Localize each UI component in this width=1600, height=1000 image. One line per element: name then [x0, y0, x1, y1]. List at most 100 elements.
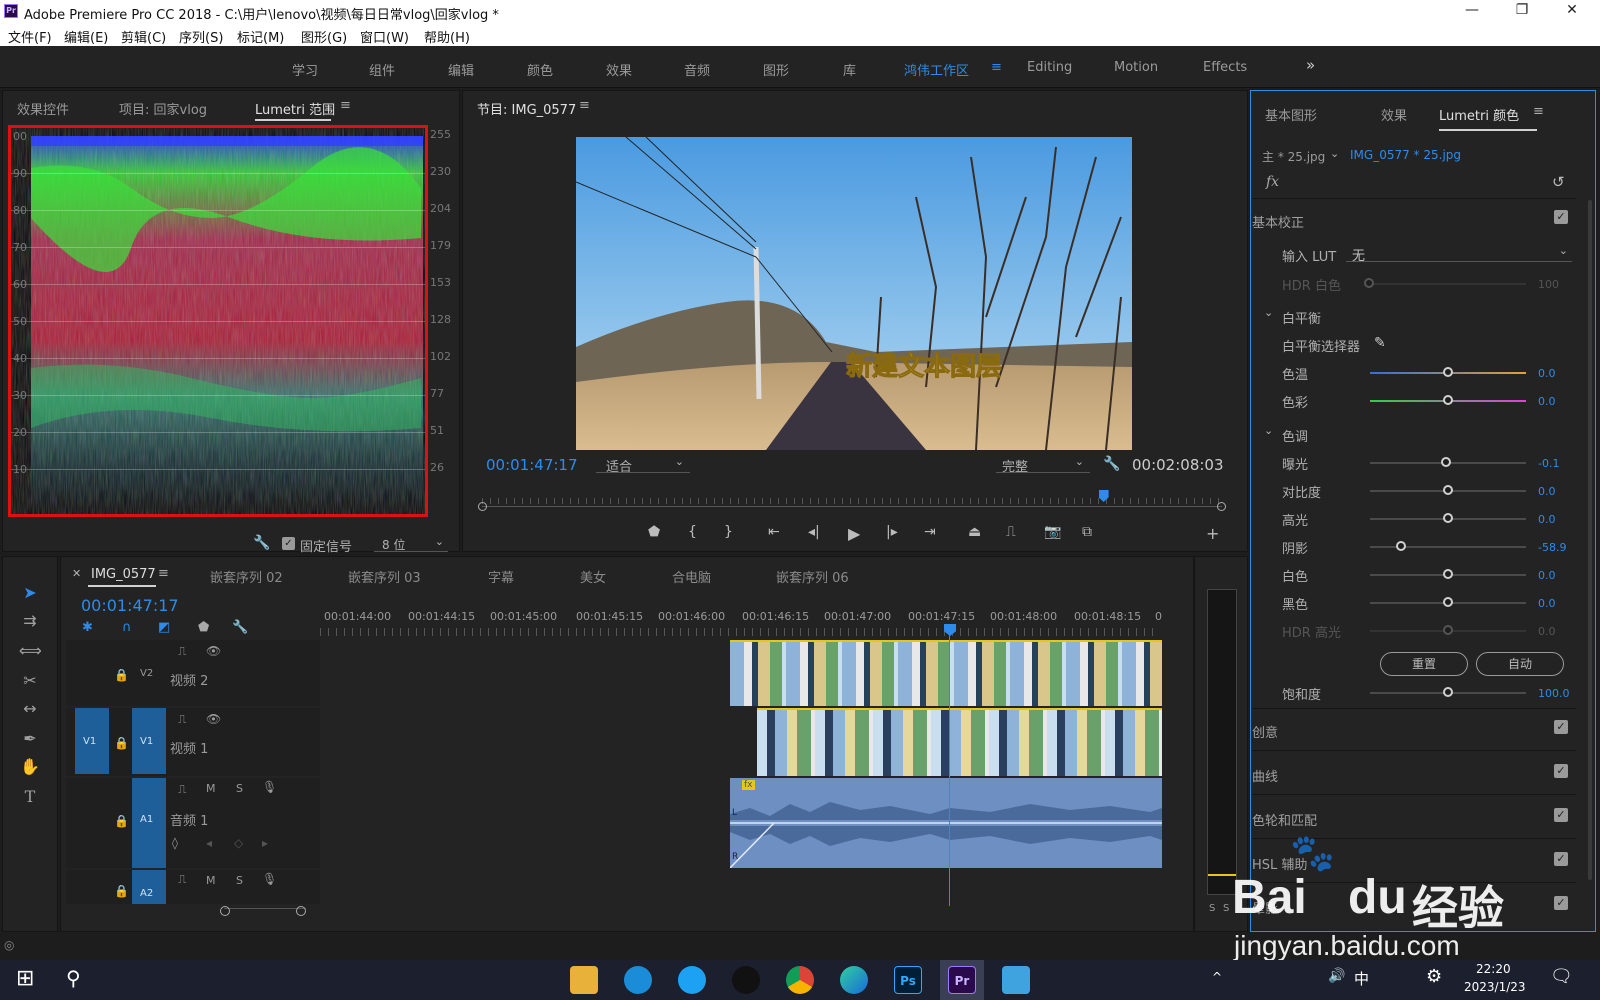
browser-q-icon[interactable] [624, 966, 652, 994]
eyedropper-icon[interactable]: ✎ [1374, 335, 1386, 351]
workspace-learn[interactable]: 学习 [292, 60, 318, 79]
solo-button[interactable]: S [236, 874, 243, 887]
edge-icon[interactable] [840, 966, 868, 994]
premiere-icon[interactable]: Pr [948, 966, 976, 994]
mute-button[interactable]: M [206, 874, 216, 887]
notification-icon[interactable]: 🗨 [1550, 966, 1573, 987]
chevron-down-icon[interactable]: ⌄ [1264, 424, 1273, 437]
mute-button[interactable]: M [206, 782, 216, 795]
ripple-edit-tool-icon[interactable]: ⟺ [19, 641, 42, 663]
track-target-v1[interactable]: V1 [132, 708, 166, 774]
lock-icon[interactable]: 🔒 [114, 884, 129, 898]
menu-window[interactable]: 窗口(W) [360, 27, 409, 46]
settings-gear-icon[interactable]: ⚙ [1426, 966, 1442, 987]
extract-icon[interactable]: ⎍ [1006, 524, 1016, 540]
workspace-editing-cn[interactable]: 编辑 [448, 60, 474, 79]
timeline-tab[interactable]: 嵌套序列 02 [210, 567, 283, 586]
menu-clip[interactable]: 剪辑(C) [121, 27, 166, 46]
menu-help[interactable]: 帮助(H) [424, 27, 470, 46]
tint-value[interactable]: 0.0 [1538, 395, 1556, 408]
workspace-audio[interactable]: 音频 [684, 60, 710, 79]
section-basic-correction[interactable]: 基本校正 [1252, 212, 1304, 231]
step-forward-icon[interactable]: |▸ [886, 524, 898, 540]
workspace-effects-cn[interactable]: 效果 [606, 60, 632, 79]
timeline-horizontal-scrollbar[interactable] [76, 906, 1158, 916]
sync-lock-icon[interactable]: ⎍ [178, 782, 186, 797]
chevron-down-icon[interactable]: ⌄ [1330, 147, 1339, 160]
panel-menu-icon[interactable]: ≡ [340, 98, 351, 113]
workspace-effects[interactable]: Effects [1203, 60, 1247, 75]
creative-checkbox[interactable]: ✓ [1554, 720, 1568, 734]
sync-lock-icon[interactable]: ⎍ [178, 872, 186, 887]
workspace-libraries[interactable]: 库 [843, 60, 856, 79]
track-target-a2[interactable]: A2 [132, 870, 166, 904]
workspace-custom[interactable]: 鸿伟工作区 [904, 60, 969, 79]
razor-tool-icon[interactable]: ✂ [19, 671, 41, 693]
selection-tool-icon[interactable]: ➤ [19, 583, 41, 605]
close-tab-icon[interactable]: ✕ [72, 567, 81, 580]
clamp-signal-checkbox[interactable]: ✓ [282, 537, 295, 550]
eye-icon[interactable]: 👁 [206, 712, 221, 726]
microphone-icon[interactable]: 🎙 [262, 780, 277, 794]
timeline-tab[interactable]: 美女 [580, 567, 606, 586]
program-current-time[interactable]: 00:01:47:17 [486, 456, 578, 474]
play-icon[interactable]: ▶ [848, 524, 860, 543]
mark-out-icon[interactable]: } [724, 524, 733, 540]
restore-icon[interactable]: ❐ [1502, 2, 1542, 18]
color-wheels-checkbox[interactable]: ✓ [1554, 808, 1568, 822]
timeline-tab[interactable]: 嵌套序列 03 [348, 567, 421, 586]
menu-graphics[interactable]: 图形(G) [301, 27, 347, 46]
volume-icon[interactable]: 🔊 [1328, 968, 1345, 984]
export-frame-camera-icon[interactable]: 📷 [1044, 524, 1061, 540]
panel-menu-icon[interactable]: ≡ [1533, 104, 1544, 119]
timeline-tab[interactable]: 合电脑 [672, 567, 711, 586]
track-select-tool-icon[interactable]: ⇉ [19, 611, 41, 633]
sync-lock-icon[interactable]: ⎍ [178, 712, 186, 727]
shadows-slider[interactable] [1370, 546, 1526, 548]
section-vignette[interactable]: 晕影 [1252, 898, 1278, 917]
meter-solo-right[interactable]: S [1223, 903, 1229, 914]
tab-effect-controls[interactable]: 效果控件 [17, 99, 69, 118]
fx-bypass-toggle[interactable]: fx [1266, 174, 1279, 190]
program-monitor-title[interactable]: 节目: IMG_0577 [477, 99, 576, 118]
auto-button[interactable]: 自动 [1476, 652, 1564, 676]
lift-icon[interactable]: ⏏ [968, 524, 981, 540]
basic-correction-checkbox[interactable]: ✓ [1554, 210, 1568, 224]
hand-tool-icon[interactable]: ✋ [19, 757, 41, 779]
go-to-in-icon[interactable]: ⇤ [768, 524, 780, 540]
audio-clip-a1[interactable]: fx L R [730, 778, 1162, 868]
close-icon[interactable]: ✕ [1552, 2, 1592, 18]
in-handle[interactable] [478, 502, 487, 511]
nest-toggle-icon[interactable]: ✱ [82, 620, 93, 635]
step-back-icon[interactable]: ◂| [808, 524, 820, 540]
minimize-icon[interactable]: — [1452, 2, 1492, 18]
wrench-icon[interactable]: 🔧 [253, 535, 270, 551]
section-color-wheels[interactable]: 色轮和匹配 [1252, 810, 1317, 829]
shadows-value[interactable]: -58.9 [1538, 541, 1566, 554]
workspace-menu-icon[interactable]: ≡ [991, 60, 1002, 75]
lock-icon[interactable]: 🔒 [114, 736, 129, 750]
linked-selection-icon[interactable]: ◩ [158, 620, 170, 635]
master-clip-label[interactable]: 主 * 25.jpg [1262, 148, 1325, 165]
current-clip-label[interactable]: IMG_0577 * 25.jpg [1350, 148, 1461, 162]
tray-chevron-icon[interactable]: ^ [1212, 970, 1222, 984]
section-hsl-secondary[interactable]: HSL 辅助 [1252, 854, 1307, 873]
timeline-tab[interactable]: 嵌套序列 06 [776, 567, 849, 586]
taskbar-date[interactable]: 2023/1/23 [1464, 980, 1526, 994]
menu-file[interactable]: 文件(F) [8, 27, 52, 46]
microphone-icon[interactable]: 🎙 [262, 872, 277, 886]
exposure-value[interactable]: -0.1 [1538, 457, 1559, 470]
fit-dropdown[interactable]: 适合 ⌄ [596, 455, 690, 475]
scroll-handle-left[interactable] [220, 906, 230, 916]
edge-legacy-icon[interactable] [678, 966, 706, 994]
mark-in-icon[interactable]: { [688, 524, 697, 540]
ime-indicator[interactable]: 中 [1354, 968, 1369, 989]
section-white-balance[interactable]: 白平衡 [1282, 308, 1321, 327]
more-workspaces-icon[interactable]: » [1306, 56, 1315, 74]
tint-knob[interactable] [1443, 395, 1453, 405]
next-keyframe-icon[interactable]: ▸ [262, 836, 268, 850]
saturation-knob[interactable] [1443, 687, 1453, 697]
hsl-secondary-checkbox[interactable]: ✓ [1554, 852, 1568, 866]
qq-icon[interactable] [732, 966, 760, 994]
prev-keyframe-icon[interactable]: ◂ [206, 836, 212, 850]
